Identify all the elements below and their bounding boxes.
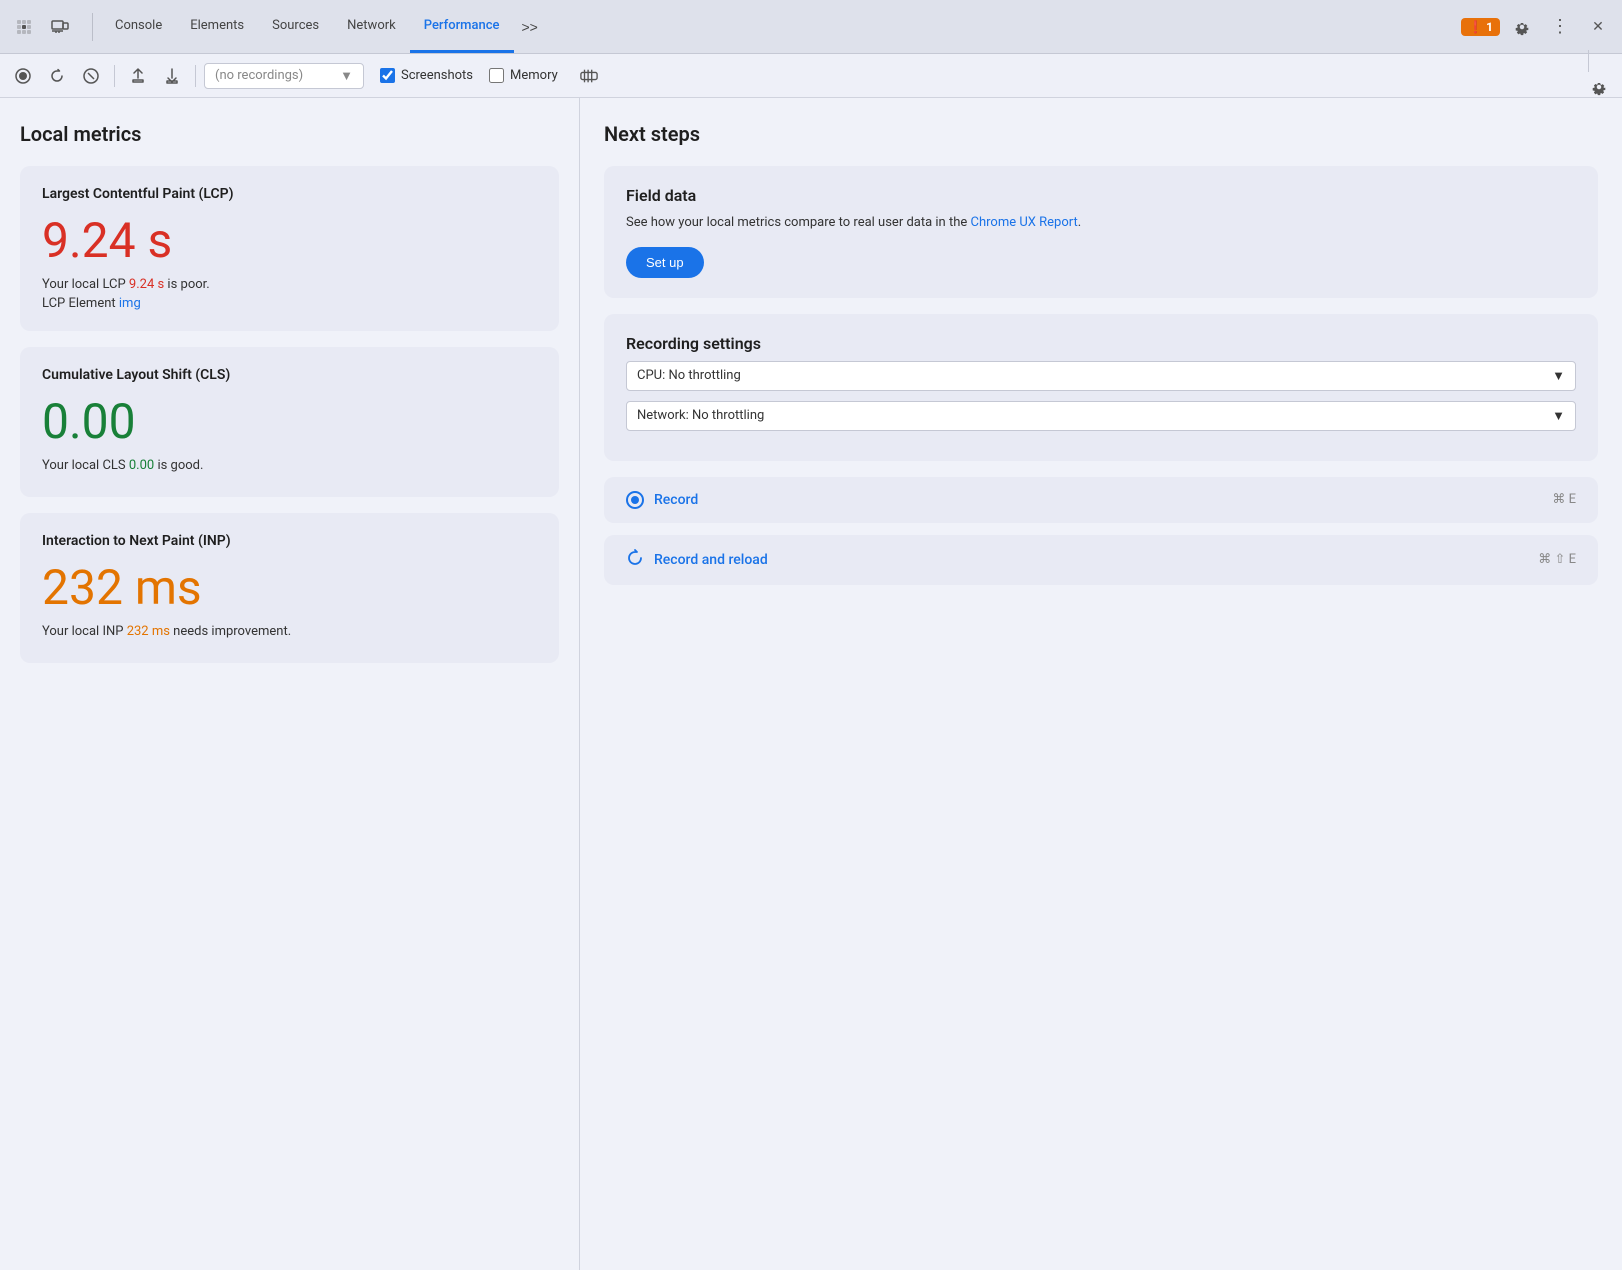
inp-description: Your local INP 232 ms needs improvement. xyxy=(42,624,537,639)
tab-console[interactable]: Console xyxy=(101,0,176,53)
lcp-card: Largest Contentful Paint (LCP) 9.24 s Yo… xyxy=(20,166,559,331)
record-reload-label: Record and reload xyxy=(654,552,768,568)
cls-card: Cumulative Layout Shift (CLS) 0.00 Your … xyxy=(20,347,559,497)
lcp-element: LCP Element img xyxy=(42,296,537,311)
download-button[interactable] xyxy=(157,61,187,91)
record-reload-action-card[interactable]: Record and reload ⌘ ⇧ E xyxy=(604,535,1598,585)
record-circle-icon xyxy=(626,491,644,509)
memory-checkbox-label[interactable]: Memory xyxy=(489,68,558,83)
devtools-toolbar: (no recordings) ▼ Screenshots Memory xyxy=(0,54,1622,98)
screenshots-checkbox[interactable] xyxy=(380,68,395,83)
cls-value: 0.00 xyxy=(42,393,537,450)
reload-record-button[interactable] xyxy=(42,61,72,91)
settings-button[interactable] xyxy=(1506,11,1538,43)
record-action-card[interactable]: Record ⌘ E xyxy=(604,477,1598,523)
lcp-description: Your local LCP 9.24 s is poor. xyxy=(42,277,537,292)
memory-checkbox[interactable] xyxy=(489,68,504,83)
local-metrics-title: Local metrics xyxy=(20,122,559,146)
record-label: Record xyxy=(654,492,698,508)
left-panel: Local metrics Largest Contentful Paint (… xyxy=(0,98,580,1270)
record-shortcut: ⌘ E xyxy=(1552,492,1576,507)
setup-button[interactable]: Set up xyxy=(626,247,704,278)
toolbar-settings-button[interactable] xyxy=(1584,72,1614,102)
field-data-description: See how your local metrics compare to re… xyxy=(626,213,1576,233)
tab-elements[interactable]: Elements xyxy=(176,0,258,53)
right-panel: Next steps Field data See how your local… xyxy=(580,98,1622,1270)
toolbar-sep-2 xyxy=(195,65,196,87)
tab-performance[interactable]: Performance xyxy=(410,0,514,53)
memory-icon-button[interactable] xyxy=(574,61,604,91)
cpu-throttling-dropdown[interactable]: CPU: No throttling ▼ xyxy=(626,361,1576,391)
inspect-icon-button[interactable] xyxy=(8,11,40,43)
record-reload-shortcut: ⌘ ⇧ E xyxy=(1538,552,1576,567)
alert-badge[interactable]: ❗ 1 xyxy=(1461,18,1500,36)
tab-network[interactable]: Network xyxy=(333,0,410,53)
chrome-ux-report-link[interactable]: Chrome UX Report xyxy=(971,215,1078,230)
device-toolbar-button[interactable] xyxy=(44,11,76,43)
record-button[interactable] xyxy=(8,61,38,91)
inp-card: Interaction to Next Paint (INP) 232 ms Y… xyxy=(20,513,559,663)
recording-settings-title: Recording settings xyxy=(626,334,1576,353)
lcp-element-link[interactable]: img xyxy=(119,296,141,311)
toolbar-sep-3 xyxy=(1588,50,1589,72)
field-data-card: Field data See how your local metrics co… xyxy=(604,166,1598,298)
nav-separator-1 xyxy=(92,13,93,41)
next-steps-title: Next steps xyxy=(604,122,1598,146)
nav-right-actions: ❗ 1 ⋮ ✕ xyxy=(1461,11,1614,43)
cls-title: Cumulative Layout Shift (CLS) xyxy=(42,367,537,383)
nav-tabs: Console Elements Sources Network Perform… xyxy=(101,0,1459,53)
more-options-button[interactable]: ⋮ xyxy=(1544,11,1576,43)
screenshots-checkbox-label[interactable]: Screenshots xyxy=(380,68,473,83)
inp-value: 232 ms xyxy=(42,559,537,616)
more-tabs-button[interactable]: >> xyxy=(514,15,546,39)
lcp-value: 9.24 s xyxy=(42,212,537,269)
tab-sources[interactable]: Sources xyxy=(258,0,333,53)
main-content: Local metrics Largest Contentful Paint (… xyxy=(0,98,1622,1270)
reload-icon xyxy=(626,549,644,571)
recording-settings-card: Recording settings CPU: No throttling ▼ … xyxy=(604,314,1598,461)
checkbox-group: Screenshots Memory xyxy=(380,61,604,91)
close-button[interactable]: ✕ xyxy=(1582,11,1614,43)
devtools-navbar: Console Elements Sources Network Perform… xyxy=(0,0,1622,54)
recordings-dropdown[interactable]: (no recordings) ▼ xyxy=(204,63,364,89)
inp-title: Interaction to Next Paint (INP) xyxy=(42,533,537,549)
toolbar-sep-1 xyxy=(114,65,115,87)
upload-button[interactable] xyxy=(123,61,153,91)
clear-button[interactable] xyxy=(76,61,106,91)
field-data-title: Field data xyxy=(626,186,1576,205)
cls-description: Your local CLS 0.00 is good. xyxy=(42,458,537,473)
network-throttling-dropdown[interactable]: Network: No throttling ▼ xyxy=(626,401,1576,431)
nav-icon-group xyxy=(8,11,76,43)
toolbar-right xyxy=(1584,50,1614,102)
lcp-title: Largest Contentful Paint (LCP) xyxy=(42,186,537,202)
